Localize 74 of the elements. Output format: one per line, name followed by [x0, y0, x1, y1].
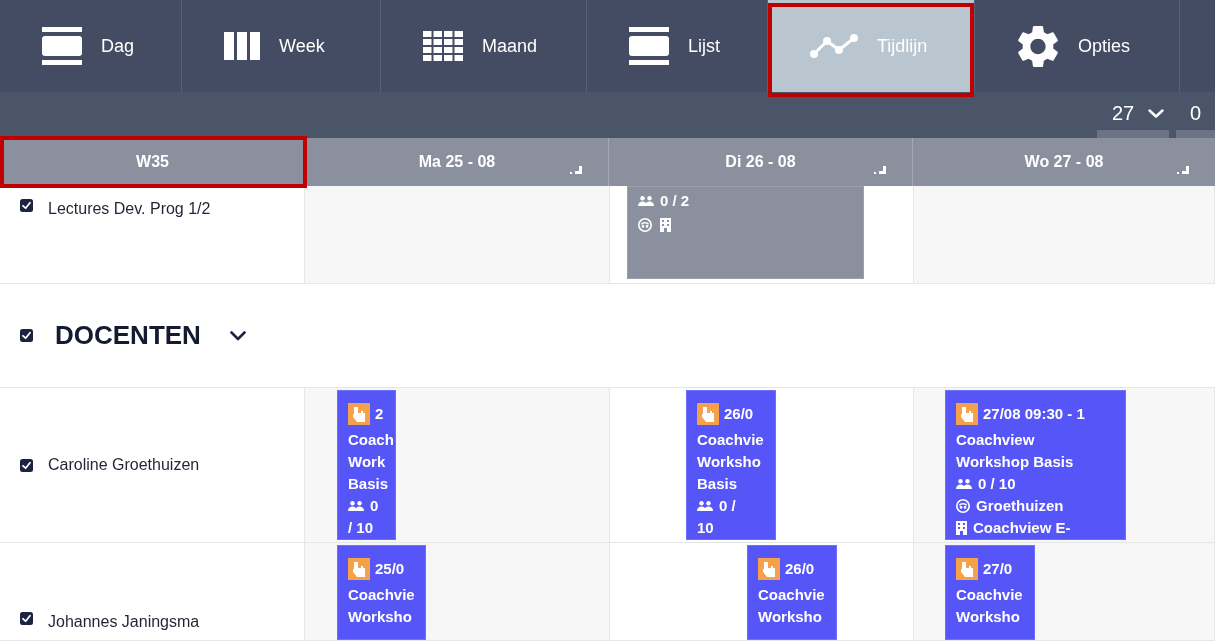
event-card[interactable]: 26/0 Coachvie Worksho Basis 0 / 10: [686, 390, 776, 540]
event-text: Worksho: [348, 607, 412, 627]
resize-handle-icon[interactable]: [1177, 166, 1189, 174]
checkbox[interactable]: [20, 612, 33, 625]
resize-handle-icon[interactable]: [570, 166, 582, 174]
columns-icon: [224, 32, 260, 60]
row-label: Johannes Janingsma: [48, 612, 200, 632]
people-icon: [697, 501, 713, 511]
event-time: 26/0: [785, 559, 815, 579]
chevron-down-icon[interactable]: [229, 330, 246, 341]
people-icon: [348, 501, 364, 511]
hand-icon: [956, 403, 978, 425]
event-time: 27/08 09:30 - 1: [983, 404, 1085, 424]
hand-icon: [758, 558, 780, 580]
event-card[interactable]: 0 / 2: [627, 186, 864, 279]
chevron-down-icon: [1148, 108, 1165, 118]
face-icon: [956, 499, 970, 513]
event-time: 2: [375, 404, 384, 424]
day-select[interactable]: 27: [1097, 96, 1169, 138]
event-text: Workshop Basis: [956, 452, 1074, 472]
hand-icon: [348, 558, 370, 580]
hand-icon: [348, 403, 370, 425]
face-icon: [638, 218, 652, 232]
event-time: 25/0: [375, 559, 405, 579]
participant-count: 0 / 10: [978, 474, 1016, 494]
group-heading: DOCENTEN: [55, 319, 201, 352]
location-name: Coachview E-: [973, 518, 1071, 538]
event-time: 27/0: [983, 559, 1013, 579]
building-icon: [660, 218, 671, 232]
week-number: W35: [136, 152, 169, 172]
event-text: Work: [348, 452, 386, 472]
day-heading: Ma 25 - 08: [418, 152, 496, 172]
building-icon: [956, 521, 967, 535]
event-text: 10: [697, 518, 714, 538]
event-text: Coachvie: [348, 585, 415, 605]
resize-handle-icon[interactable]: [874, 166, 886, 174]
event-text: Coachvie: [697, 430, 764, 450]
event-time: 26/0: [724, 404, 754, 424]
settings-icon: [1017, 24, 1059, 68]
grid-icon: [423, 31, 463, 61]
stacked-bars-icon: [629, 27, 669, 65]
participant-count: 0: [370, 496, 379, 516]
event-card[interactable]: 2 Coach Work Basis 0 / 10: [337, 390, 396, 540]
event-text: Worksho: [956, 607, 1020, 627]
people-icon: [956, 479, 972, 489]
event-text: Basis: [348, 474, 389, 494]
event-card[interactable]: 27/08 09:30 - 1 Coachview Workshop Basis 0 / 10 Groethuizen Coachview E-: [945, 390, 1126, 540]
teacher-name: Groethuizen: [976, 496, 1064, 516]
day-heading: Wo 27 - 08: [1024, 152, 1104, 172]
event-text: Coach: [348, 430, 394, 450]
hand-icon: [956, 558, 978, 580]
participant-count: 0 / 2: [660, 191, 690, 211]
month-select[interactable]: 0: [1176, 96, 1215, 138]
event-text: Coachview: [956, 430, 1035, 450]
event-text: Worksho: [697, 452, 761, 472]
row-label: Lectures Dev. Prog 1/2: [48, 199, 211, 219]
event-text: Basis: [697, 474, 738, 494]
event-card[interactable]: 25/0 Coachvie Worksho: [337, 545, 426, 640]
checkbox[interactable]: [20, 329, 33, 342]
checkbox[interactable]: [20, 458, 33, 472]
event-text: / 10: [348, 518, 374, 538]
checkbox[interactable]: [20, 199, 33, 212]
people-icon: [638, 196, 654, 206]
participant-count: 0 /: [719, 496, 736, 516]
event-card[interactable]: 27/0 Coachvie Worksho: [945, 545, 1035, 640]
event-card[interactable]: 26/0 Coachvie Worksho: [747, 545, 837, 640]
event-text: Worksho: [758, 607, 822, 627]
row-label: Caroline Groethuizen: [48, 455, 200, 475]
line-chart-icon: [810, 34, 858, 58]
day-heading: Di 26 - 08: [725, 152, 796, 172]
hand-icon: [697, 403, 719, 425]
stacked-bars-icon: [42, 27, 82, 65]
event-text: Coachvie: [956, 585, 1023, 605]
event-text: Coachvie: [758, 585, 825, 605]
